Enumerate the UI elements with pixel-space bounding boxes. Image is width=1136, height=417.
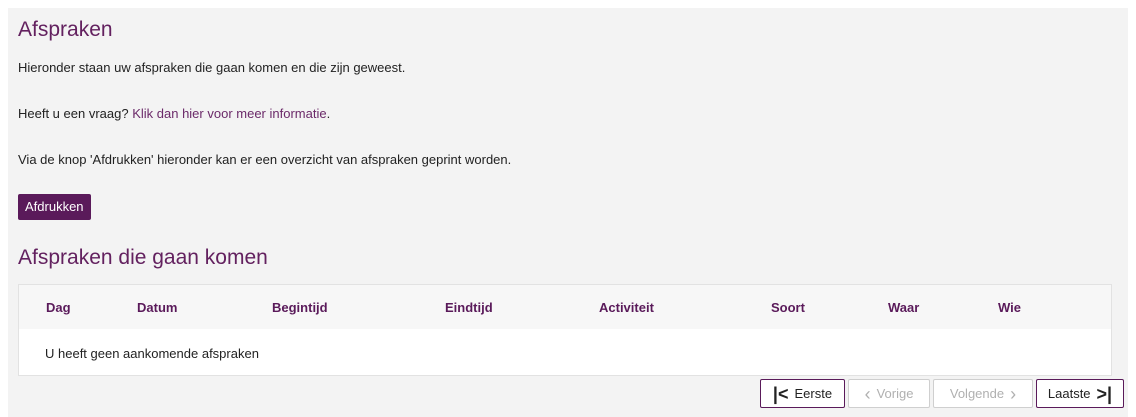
column-header-eindtijd[interactable]: Eindtijd — [445, 300, 493, 315]
column-header-waar[interactable]: Waar — [888, 300, 919, 315]
question-suffix: . — [326, 106, 331, 121]
first-page-button[interactable]: |< Eerste — [760, 379, 845, 408]
upcoming-appointments-table: Dag Datum Begintijd Eindtijd Activiteit … — [18, 284, 1112, 376]
empty-message: U heeft geen aankomende afspraken — [45, 346, 259, 361]
page-title: Afspraken — [18, 18, 113, 41]
print-button[interactable]: Afdrukken — [18, 194, 91, 220]
last-page-button[interactable]: Laatste >| — [1036, 379, 1124, 408]
upcoming-section-title: Afspraken die gaan komen — [18, 246, 268, 269]
column-header-datum[interactable]: Datum — [137, 300, 177, 315]
next-page-label: Volgende — [949, 386, 1005, 401]
appointments-panel: Afspraken Hieronder staan uw afspraken d… — [8, 8, 1128, 417]
column-header-soort[interactable]: Soort — [771, 300, 805, 315]
table-header: Dag Datum Begintijd Eindtijd Activiteit … — [19, 285, 1111, 329]
question-prefix: Heeft u een vraag? — [18, 106, 133, 121]
last-page-icon: >| — [1096, 383, 1113, 404]
previous-page-label: Vorige — [876, 386, 914, 401]
chevron-left-icon: ‹ — [864, 383, 871, 404]
question-text: Heeft u een vraag? Klik dan hier voor me… — [18, 106, 330, 121]
first-page-icon: |< — [772, 383, 789, 404]
column-header-dag[interactable]: Dag — [46, 300, 71, 315]
first-page-label: Eerste — [794, 386, 833, 401]
chevron-right-icon: › — [1010, 383, 1017, 404]
column-header-wie[interactable]: Wie — [998, 300, 1021, 315]
intro-text: Hieronder staan uw afspraken die gaan ko… — [18, 60, 406, 75]
previous-page-button[interactable]: ‹ Vorige — [848, 379, 930, 408]
more-info-link[interactable]: Klik dan hier voor meer informatie — [132, 106, 326, 121]
column-header-begintijd[interactable]: Begintijd — [272, 300, 328, 315]
next-page-button[interactable]: Volgende › — [933, 379, 1033, 408]
print-info-text: Via de knop 'Afdrukken' hieronder kan er… — [18, 152, 512, 167]
column-header-activiteit[interactable]: Activiteit — [599, 300, 654, 315]
last-page-label: Laatste — [1047, 386, 1091, 401]
